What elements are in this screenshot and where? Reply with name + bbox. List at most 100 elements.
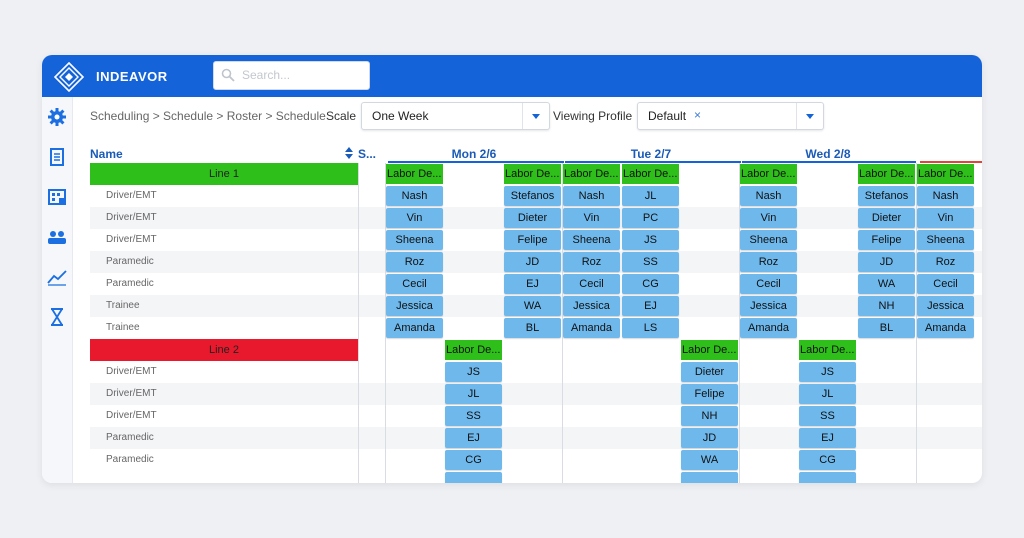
shift-assignment[interactable]: Stefanos [858, 186, 915, 206]
chevron-down-icon[interactable] [796, 103, 823, 129]
shift-assignment[interactable]: Sheena [740, 230, 797, 250]
shift-assignment[interactable]: Dieter [681, 362, 738, 382]
shift-assignment-partial[interactable] [445, 472, 502, 483]
shift-assignment[interactable]: BL [504, 318, 561, 338]
shift-assignment-partial[interactable] [681, 472, 738, 483]
shift-assignment[interactable]: EJ [504, 274, 561, 294]
shift-assignment[interactable]: Felipe [504, 230, 561, 250]
shift-assignment[interactable]: Vin [917, 208, 974, 228]
shift-assignment[interactable]: Amanda [917, 318, 974, 338]
day-header-mon[interactable]: Mon 2/6 [386, 147, 562, 161]
labor-department-header[interactable]: Labor De... [917, 164, 974, 184]
shift-assignment[interactable]: JD [504, 252, 561, 272]
shift-assignment[interactable]: Roz [917, 252, 974, 272]
shift-assignment[interactable]: Cecil [917, 274, 974, 294]
shift-assignment[interactable]: Stefanos [504, 186, 561, 206]
labor-department-header[interactable]: Labor De... [858, 164, 915, 184]
viewing-profile-select[interactable]: Default × [637, 102, 824, 130]
line-header-bar[interactable]: Line 2 [90, 339, 358, 361]
line-header-bar[interactable]: Line 1 [90, 163, 358, 185]
gear-icon[interactable] [45, 105, 69, 129]
labor-department-header[interactable]: Labor De... [681, 340, 738, 360]
shift-assignment[interactable]: Roz [386, 252, 443, 272]
shift-assignment[interactable]: PC [622, 208, 679, 228]
chevron-down-icon[interactable] [522, 103, 549, 129]
day-header-tue[interactable]: Tue 2/7 [563, 147, 739, 161]
shift-assignment[interactable]: BL [858, 318, 915, 338]
shift-assignment[interactable]: Roz [740, 252, 797, 272]
shift-assignment[interactable]: Jessica [917, 296, 974, 316]
shift-assignment[interactable]: Nash [563, 186, 620, 206]
shift-assignment[interactable]: SS [445, 406, 502, 426]
search-input[interactable]: Search... [213, 61, 370, 90]
labor-department-header[interactable]: Labor De... [740, 164, 797, 184]
shift-assignment[interactable]: WA [681, 450, 738, 470]
shift-assignment[interactable]: Nash [740, 186, 797, 206]
shift-assignment[interactable]: Jessica [563, 296, 620, 316]
shift-assignment[interactable]: Cecil [563, 274, 620, 294]
shift-assignment[interactable]: Vin [563, 208, 620, 228]
shift-assignment[interactable]: Jessica [740, 296, 797, 316]
labor-department-header[interactable]: Labor De... [799, 340, 856, 360]
shift-assignment[interactable]: JL [445, 384, 502, 404]
role-row: Driver/EMT [90, 361, 358, 383]
shift-assignment[interactable]: Sheena [917, 230, 974, 250]
clear-icon[interactable]: × [694, 108, 701, 122]
shift-assignment[interactable]: JS [445, 362, 502, 382]
sidebar [42, 97, 73, 483]
labor-department-header[interactable]: Labor De... [445, 340, 502, 360]
shift-assignment[interactable]: Felipe [681, 384, 738, 404]
shift-assignment[interactable]: Sheena [386, 230, 443, 250]
shift-assignment[interactable]: EJ [799, 428, 856, 448]
labor-department-header[interactable]: Labor De... [563, 164, 620, 184]
shift-assignment[interactable]: Dieter [858, 208, 915, 228]
clipboard-icon[interactable] [45, 145, 69, 169]
shift-assignment[interactable]: WA [504, 296, 561, 316]
chart-icon[interactable] [45, 265, 69, 289]
shift-assignment[interactable]: WA [858, 274, 915, 294]
shift-assignment[interactable]: CG [445, 450, 502, 470]
hourglass-icon[interactable] [45, 305, 69, 329]
sort-icon[interactable] [345, 147, 353, 159]
shift-assignment-partial[interactable] [799, 472, 856, 483]
shift-assignment[interactable]: Jessica [386, 296, 443, 316]
shift-assignment[interactable]: Amanda [386, 318, 443, 338]
shift-assignment[interactable]: JD [681, 428, 738, 448]
name-column-header[interactable]: Name [90, 147, 123, 161]
shift-assignment[interactable]: NH [681, 406, 738, 426]
shift-assignment[interactable]: Cecil [386, 274, 443, 294]
shift-assignment[interactable]: Cecil [740, 274, 797, 294]
shift-assignment[interactable]: JL [622, 186, 679, 206]
calendar-grid-icon[interactable] [45, 185, 69, 209]
s-column-header[interactable]: S... [358, 147, 376, 161]
shift-assignment[interactable]: JS [799, 362, 856, 382]
labor-department-header[interactable]: Labor De... [622, 164, 679, 184]
shift-assignment[interactable]: SS [622, 252, 679, 272]
shift-assignment[interactable]: Felipe [858, 230, 915, 250]
shift-assignment[interactable]: EJ [445, 428, 502, 448]
shift-assignment[interactable]: Amanda [563, 318, 620, 338]
shift-assignment[interactable]: Vin [740, 208, 797, 228]
team-icon[interactable] [45, 225, 69, 249]
labor-department-header[interactable]: Labor De... [504, 164, 561, 184]
shift-assignment[interactable]: Sheena [563, 230, 620, 250]
breadcrumb[interactable]: Scheduling > Schedule > Roster > Schedul… [90, 109, 326, 123]
labor-department-header[interactable]: Labor De... [386, 164, 443, 184]
shift-assignment[interactable]: SS [799, 406, 856, 426]
shift-assignment[interactable]: NH [858, 296, 915, 316]
shift-assignment[interactable]: LS [622, 318, 679, 338]
shift-assignment[interactable]: Roz [563, 252, 620, 272]
shift-assignment[interactable]: Vin [386, 208, 443, 228]
shift-assignment[interactable]: JS [622, 230, 679, 250]
shift-assignment[interactable]: JD [858, 252, 915, 272]
scale-select[interactable]: One Week [361, 102, 550, 130]
shift-assignment[interactable]: Nash [917, 186, 974, 206]
shift-assignment[interactable]: CG [622, 274, 679, 294]
shift-assignment[interactable]: Amanda [740, 318, 797, 338]
shift-assignment[interactable]: Dieter [504, 208, 561, 228]
shift-assignment[interactable]: JL [799, 384, 856, 404]
day-header-wed[interactable]: Wed 2/8 [740, 147, 916, 161]
shift-assignment[interactable]: CG [799, 450, 856, 470]
shift-assignment[interactable]: EJ [622, 296, 679, 316]
shift-assignment[interactable]: Nash [386, 186, 443, 206]
